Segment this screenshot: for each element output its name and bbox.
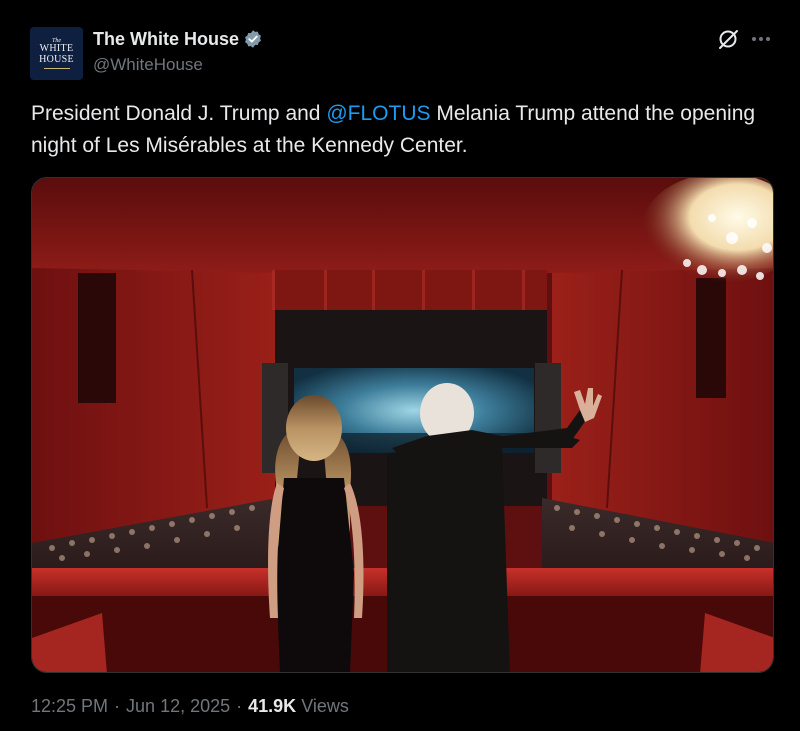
meta-separator: · <box>114 696 121 716</box>
grok-icon[interactable] <box>717 28 739 50</box>
avatar[interactable]: The WHITE HOUSE <box>30 27 83 80</box>
more-options-icon[interactable] <box>752 34 772 44</box>
display-name[interactable]: The White House <box>93 29 239 50</box>
tweet-metadata: 12:25 PM · Jun 12, 2025 · 41.9K Views <box>31 696 349 717</box>
tweet-timestamp[interactable]: 12:25 PM <box>31 696 108 717</box>
tweet-card: The WHITE HOUSE The White House @WhiteHo… <box>0 0 800 731</box>
views-count: 41.9K <box>248 696 297 716</box>
author-name-row: The White House <box>93 28 263 50</box>
author-handle[interactable]: @WhiteHouse <box>93 55 203 75</box>
avatar-logo-text: HOUSE <box>39 53 74 65</box>
mention-link[interactable]: @FLOTUS <box>326 102 430 125</box>
tweet-text: President Donald J. Trump and @FLOTUS Me… <box>31 98 771 162</box>
avatar-logo-rule <box>43 68 70 70</box>
tweet-photo[interactable] <box>31 177 774 673</box>
views-label: Views <box>301 696 349 716</box>
tweet-date[interactable]: Jun 12, 2025 <box>126 696 230 717</box>
verified-badge-icon[interactable] <box>243 29 263 49</box>
tweet-text-part: President Donald J. Trump and <box>31 102 327 125</box>
meta-separator: · <box>236 696 243 716</box>
